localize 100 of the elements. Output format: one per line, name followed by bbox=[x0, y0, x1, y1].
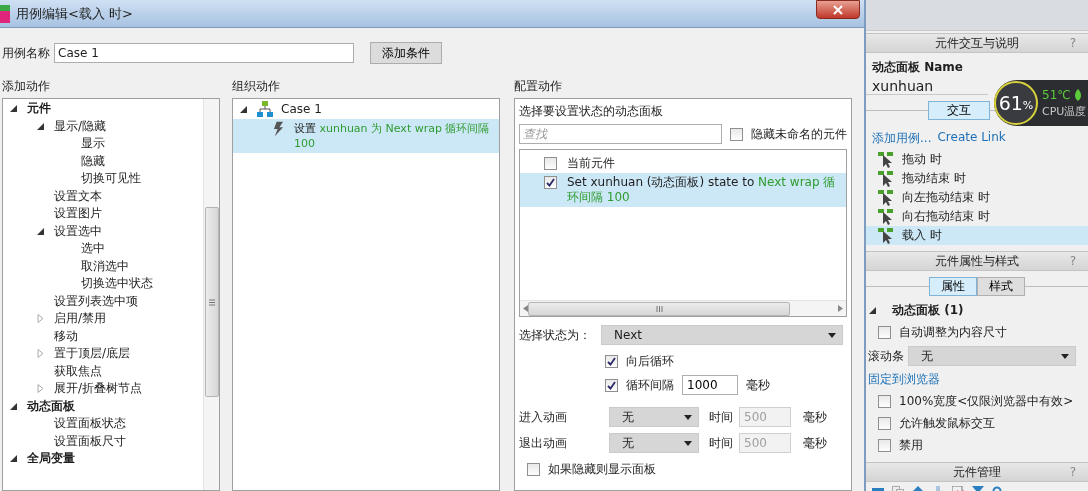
tree-item[interactable]: 动态面板 bbox=[27, 397, 75, 415]
case-label[interactable]: Case 1 bbox=[281, 102, 322, 116]
pin-to-browser-link[interactable]: 固定到浏览器 bbox=[866, 371, 940, 388]
tree-item[interactable]: 展开/折叠树节点 bbox=[54, 380, 143, 398]
tree-item[interactable]: 切换选中状态 bbox=[81, 275, 153, 293]
tree-item[interactable]: 置于顶层/底层 bbox=[54, 345, 131, 363]
tree-item[interactable]: 启用/禁用 bbox=[54, 310, 107, 328]
section-label: 动态面板 (1) bbox=[892, 302, 964, 319]
unit-label: 毫秒 bbox=[803, 434, 827, 452]
list-item[interactable]: Set xunhuan (动态面板) state to Next wrap 循环间隔 100 bbox=[520, 173, 846, 207]
panel-title: 元件属性与样式 bbox=[935, 252, 1019, 270]
list-item[interactable]: 当前元件 bbox=[520, 153, 846, 173]
checkbox[interactable] bbox=[527, 463, 540, 476]
tree-item[interactable]: 选中 bbox=[81, 240, 105, 258]
window-title: 用例编辑<载入 时> bbox=[16, 4, 133, 23]
tab[interactable]: 样式 bbox=[977, 277, 1025, 296]
tree-item[interactable]: 设置选中 bbox=[54, 222, 102, 240]
tree-item[interactable]: 移动 bbox=[54, 327, 78, 345]
add-condition-button[interactable]: 添加条件 bbox=[370, 42, 442, 64]
tree-item[interactable]: 取消选中 bbox=[81, 257, 129, 275]
close-button[interactable] bbox=[816, 0, 860, 19]
expanded-triangle-icon[interactable] bbox=[868, 306, 877, 315]
tree-item[interactable]: 设置图片 bbox=[54, 205, 102, 223]
expanded-triangle-icon[interactable] bbox=[9, 454, 18, 464]
tree-item[interactable]: 设置列表选中项 bbox=[54, 292, 138, 310]
checkbox[interactable] bbox=[878, 417, 891, 430]
field-label: 时间 bbox=[709, 408, 733, 426]
event-item[interactable]: 向左拖动结束 时 bbox=[866, 188, 1088, 207]
collapsed-triangle-icon[interactable] bbox=[36, 314, 45, 324]
field-label: 时间 bbox=[709, 434, 733, 452]
checkbox[interactable] bbox=[878, 326, 891, 339]
checkbox[interactable] bbox=[605, 355, 618, 368]
event-item[interactable]: 向右拖动结束 时 bbox=[866, 207, 1088, 226]
field-label: 滚动条 bbox=[868, 347, 904, 365]
app-icon bbox=[0, 4, 10, 23]
expanded-triangle-icon[interactable] bbox=[239, 104, 248, 114]
caret-icon bbox=[828, 332, 836, 338]
event-item[interactable]: 拖动 时 bbox=[866, 150, 1088, 169]
checkbox[interactable] bbox=[544, 176, 557, 189]
tree-item[interactable]: 获取焦点 bbox=[54, 362, 102, 380]
case-name-field[interactable]: Case 1 bbox=[54, 43, 354, 63]
tree-item[interactable]: 切换可见性 bbox=[81, 170, 141, 188]
right-arrow-icon[interactable] bbox=[838, 305, 843, 312]
checkbox[interactable] bbox=[605, 378, 618, 392]
checkbox[interactable] bbox=[730, 127, 743, 141]
state-dropdown[interactable]: Next bbox=[601, 325, 843, 345]
lightning-icon bbox=[273, 121, 284, 137]
checkbox-label: 如果隐藏则显示面板 bbox=[548, 461, 656, 478]
checkbox-label: 向后循环 bbox=[626, 353, 674, 370]
checkbox-label: 循环间隔 bbox=[626, 376, 674, 394]
checkbox[interactable] bbox=[878, 395, 891, 408]
tree-item[interactable]: 设置文本 bbox=[54, 187, 102, 205]
cpu-usage-gauge: 61% bbox=[994, 81, 1038, 125]
unit-label: 毫秒 bbox=[803, 408, 827, 426]
tab[interactable]: 属性 bbox=[929, 277, 977, 296]
interval-field[interactable]: 1000 bbox=[682, 375, 738, 395]
event-item[interactable]: 拖动结束 时 bbox=[866, 169, 1088, 188]
scrollbar-dropdown[interactable]: 无 bbox=[908, 346, 1076, 366]
event-item[interactable]: 载入 时 bbox=[866, 226, 1088, 245]
add-case-link[interactable]: 添加用例... bbox=[872, 130, 932, 147]
field-label: 进入动画 bbox=[519, 408, 568, 426]
checkbox-label: 隐藏未命名的元件 bbox=[751, 125, 847, 143]
section-title: 组织动作 bbox=[232, 78, 281, 95]
widget-name-label: 动态面板 Name bbox=[872, 60, 963, 74]
name-field[interactable]: xunhuan bbox=[866, 78, 988, 95]
section-title: 配置动作 bbox=[514, 78, 563, 95]
action-item[interactable]: 设置 xunhuan 为 Next wrap 循环间隔 100 bbox=[233, 119, 499, 153]
tree-item[interactable]: 隐藏 bbox=[81, 152, 105, 170]
caret-icon bbox=[684, 414, 692, 420]
section-title: 添加动作 bbox=[2, 78, 51, 95]
tab[interactable]: 交互 bbox=[928, 101, 990, 120]
caret-icon bbox=[1061, 353, 1069, 359]
grip-icon bbox=[208, 298, 215, 306]
panel-title: 元件交互与说明 bbox=[935, 34, 1019, 52]
tree-item[interactable]: 设置面板尺寸 bbox=[54, 432, 126, 450]
tree-item[interactable]: 元件 bbox=[27, 100, 51, 118]
collapsed-triangle-icon[interactable] bbox=[36, 349, 45, 359]
event-cursor-icon bbox=[878, 227, 894, 244]
leaf-icon bbox=[1073, 88, 1082, 101]
checkbox-label: 自动调整为内容尺寸 bbox=[899, 324, 1007, 341]
create-link[interactable]: Create Link bbox=[937, 130, 1006, 147]
checkbox[interactable] bbox=[878, 439, 891, 452]
tree-item[interactable]: 显示 bbox=[81, 135, 105, 153]
expanded-triangle-icon[interactable] bbox=[9, 401, 18, 411]
tree-item[interactable]: 显示/隐藏 bbox=[54, 117, 107, 135]
event-cursor-icon bbox=[878, 151, 894, 168]
checkbox[interactable] bbox=[544, 156, 557, 170]
left-arrow-icon[interactable] bbox=[523, 305, 528, 312]
event-cursor-icon bbox=[878, 189, 894, 206]
expanded-triangle-icon[interactable] bbox=[9, 104, 18, 114]
expanded-triangle-icon[interactable] bbox=[36, 121, 45, 131]
expanded-triangle-icon[interactable] bbox=[36, 226, 45, 236]
tree-item[interactable]: 全局变量 bbox=[27, 450, 75, 468]
collapsed-triangle-icon[interactable] bbox=[36, 384, 45, 394]
close-icon bbox=[833, 4, 843, 15]
vertical-scrollbar[interactable] bbox=[203, 99, 219, 490]
field-label: 退出动画 bbox=[519, 434, 568, 452]
search-field[interactable]: 查找 bbox=[519, 124, 722, 144]
horizontal-scrollbar[interactable] bbox=[520, 300, 846, 316]
tree-item[interactable]: 设置面板状态 bbox=[54, 415, 126, 433]
